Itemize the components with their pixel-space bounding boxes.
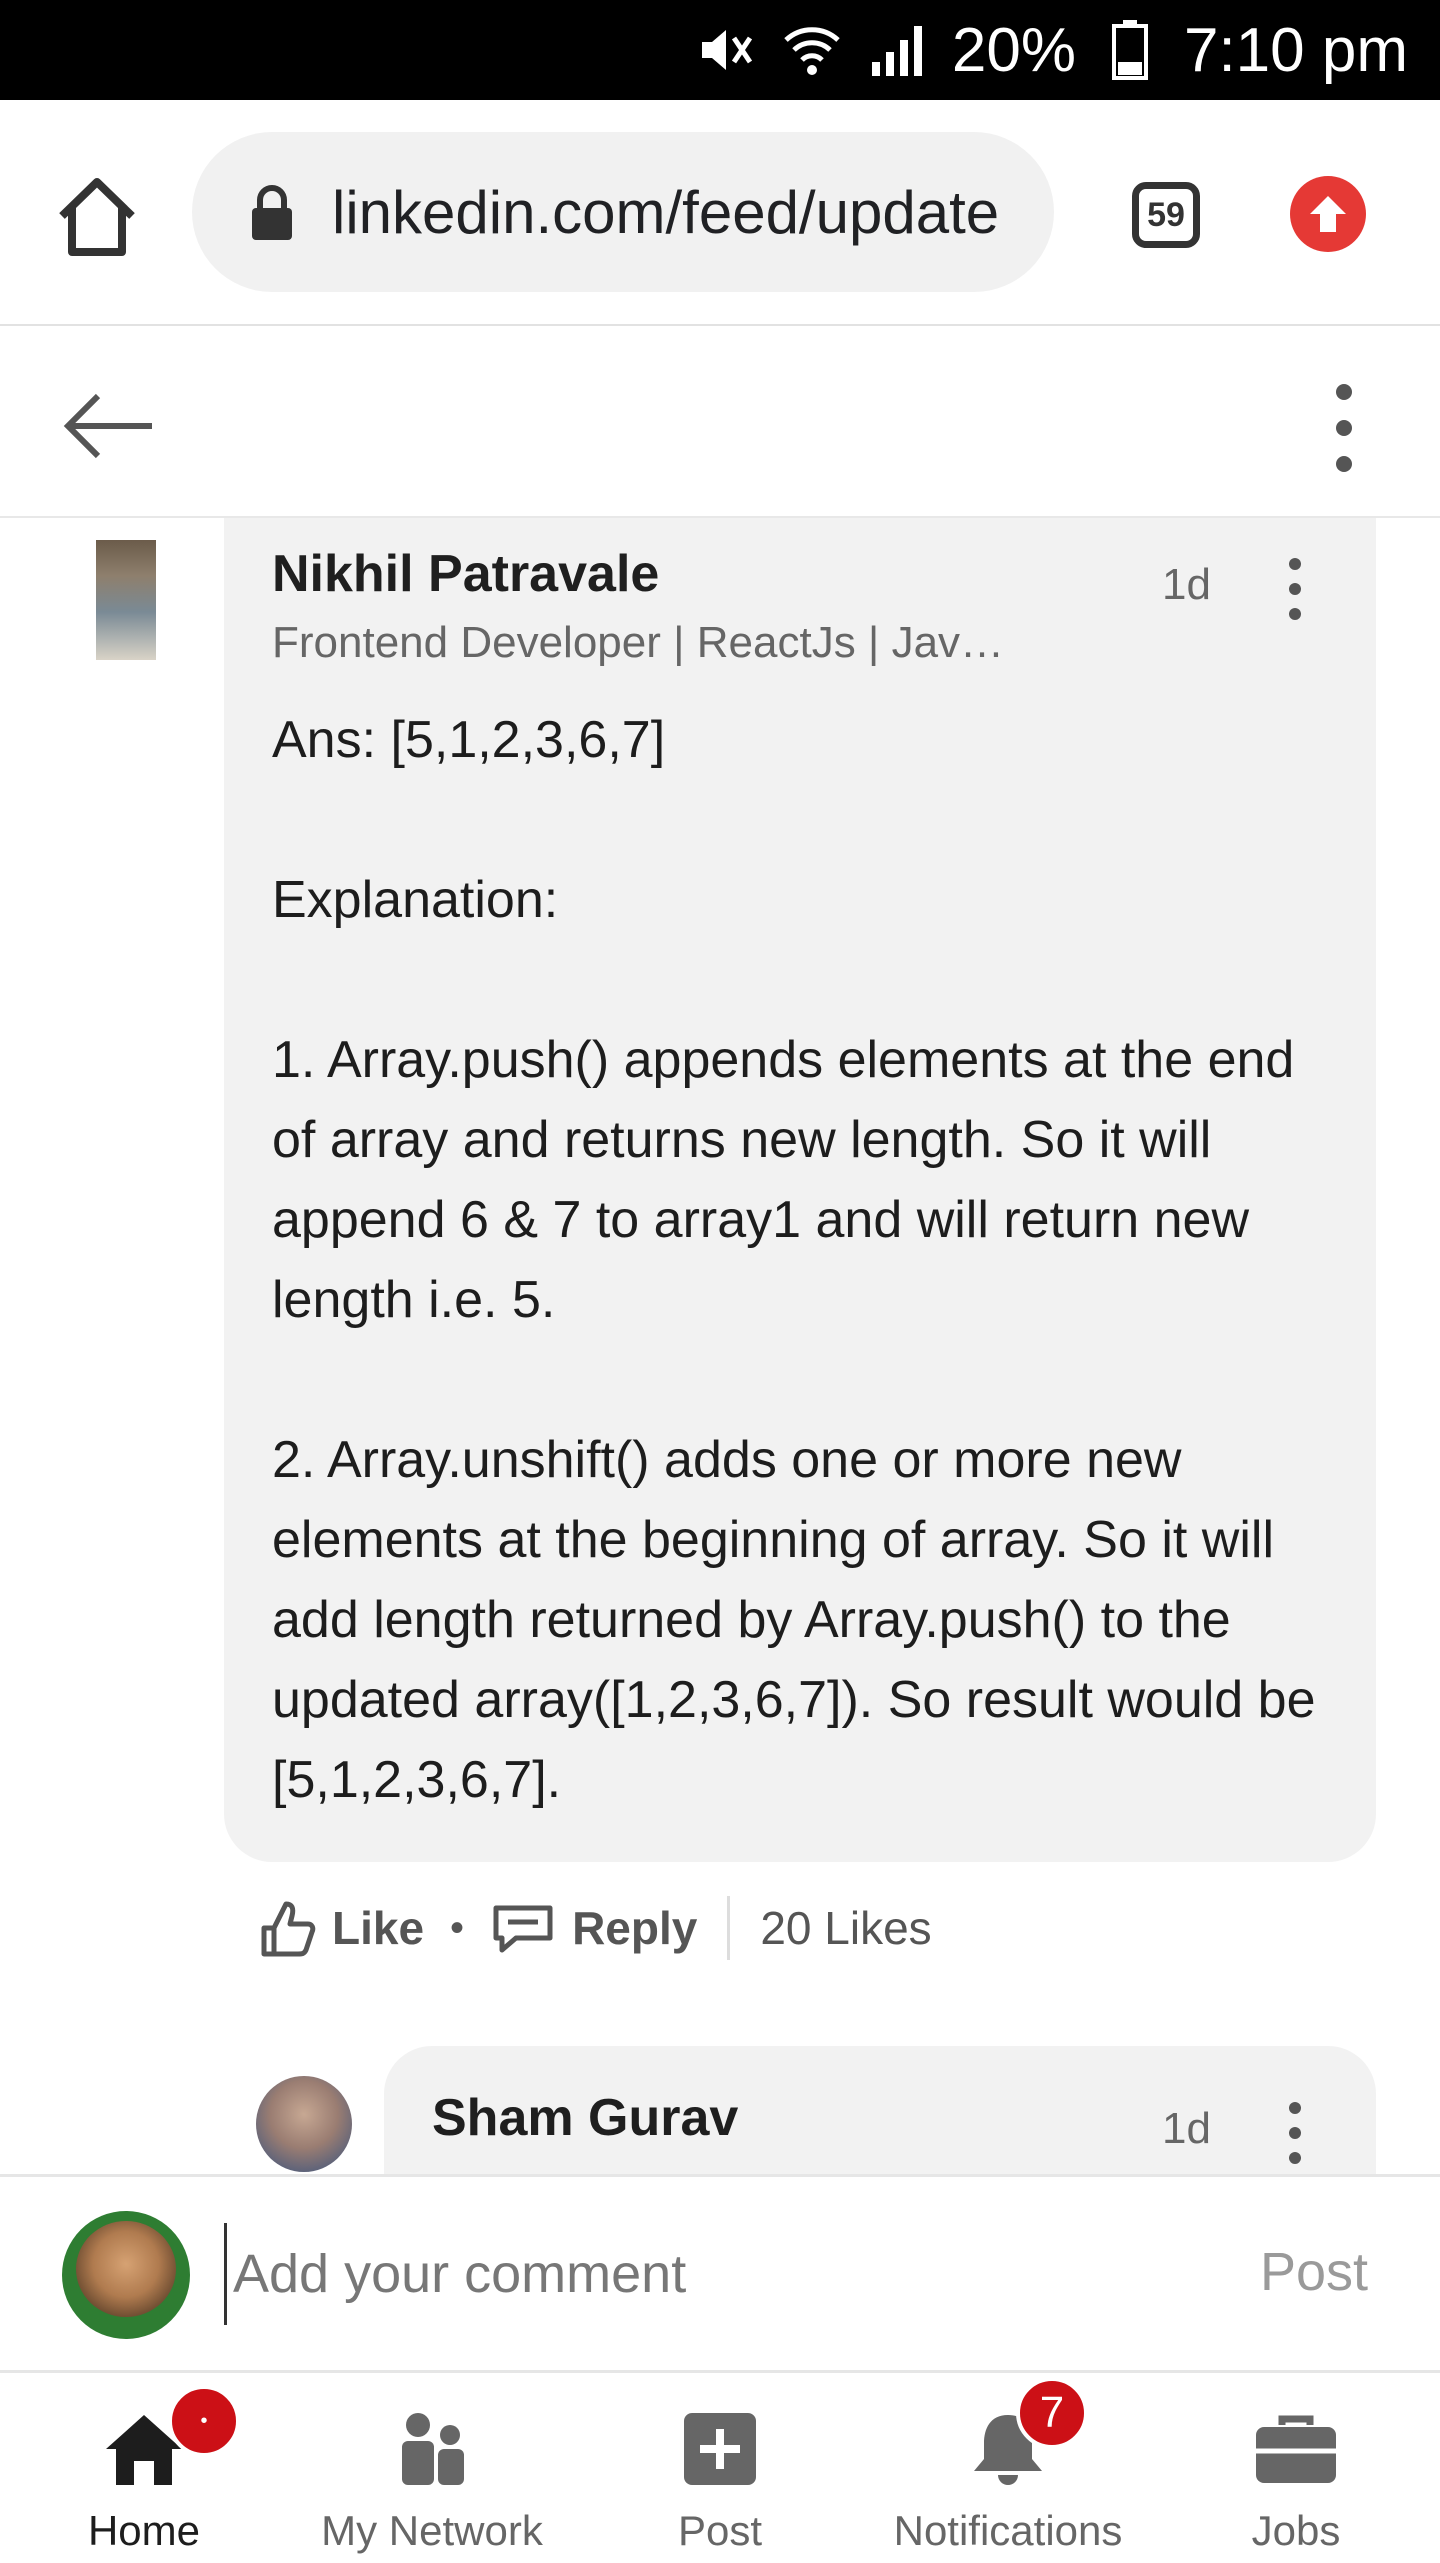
nav-notifications[interactable]: 7 Notifications <box>864 2373 1152 2563</box>
bottom-nav: • Home My Network Post 7 Notifications J… <box>0 2370 1440 2563</box>
comment-composer: Post <box>0 2174 1440 2373</box>
nav-jobs[interactable]: Jobs <box>1152 2373 1440 2563</box>
network-icon <box>387 2409 477 2489</box>
comment-input[interactable] <box>224 2223 1215 2325</box>
post-icon <box>675 2409 765 2489</box>
reply-label: Reply <box>572 1902 698 1954</box>
post-comment-button[interactable]: Post <box>1260 2241 1368 2303</box>
comment-author[interactable]: Sham Gurav <box>432 2088 738 2148</box>
reply-button[interactable]: Reply <box>490 1900 697 1956</box>
nav-home[interactable]: • Home <box>0 2373 288 2563</box>
comment-body: Ans: [5,1,2,3,6,7] Explanation: 1. Array… <box>272 700 1332 1820</box>
nav-label: My Network <box>321 2507 543 2554</box>
comment-author[interactable]: Nikhil Patravale <box>272 544 659 604</box>
comment-time: 1d <box>1162 560 1211 609</box>
separator-dot: • <box>450 1905 465 1950</box>
kebab-menu-icon <box>1289 2102 1301 2164</box>
divider <box>727 1896 731 1960</box>
comment-author-headline: Frontend Developer | ReactJs | Jav… <box>272 618 1005 667</box>
comment-options-button[interactable] <box>1280 554 1310 624</box>
browser-home-button[interactable] <box>52 172 142 262</box>
back-button[interactable] <box>60 386 160 466</box>
nav-label: Post <box>677 2507 763 2554</box>
wifi-icon <box>780 18 844 82</box>
notifications-badge: 7 <box>1016 2377 1088 2449</box>
comment-time: 1d <box>1162 2104 1211 2153</box>
comment-actions: Like • Reply 20 Likes <box>258 1878 932 1978</box>
lock-icon <box>252 185 292 240</box>
comment-explanation-heading: Explanation: <box>272 871 559 929</box>
kebab-menu-icon <box>1289 558 1301 620</box>
tab-switcher-button[interactable]: 59 <box>1132 182 1200 248</box>
address-bar[interactable]: linkedin.com/feed/update <box>192 132 1054 292</box>
more-options-button[interactable] <box>1324 378 1364 478</box>
nav-my-network[interactable]: My Network <box>288 2373 576 2563</box>
url-text: linkedin.com/feed/update <box>332 178 1000 246</box>
mute-icon <box>694 18 758 82</box>
comment-paragraph: 2. Array.unshift() adds one or more new … <box>272 1431 1316 1809</box>
briefcase-icon <box>1251 2409 1341 2489</box>
comments-list: Nikhil Patravale Frontend Developer | Re… <box>0 518 1440 2174</box>
likes-count[interactable]: 20 Likes <box>760 1901 931 1955</box>
page-header <box>0 326 1440 519</box>
battery-percent: 20% <box>951 15 1076 85</box>
like-label: Like <box>332 1902 425 1954</box>
comment-answer: Ans: [5,1,2,3,6,7] <box>272 711 666 769</box>
comment-options-button[interactable] <box>1280 2098 1310 2168</box>
clock: 7:10 pm <box>1183 15 1408 85</box>
nav-label: Notifications <box>893 2507 1123 2554</box>
avatar <box>62 2211 190 2339</box>
thumbs-up-icon <box>261 1901 316 1957</box>
home-outline-icon <box>59 178 135 256</box>
avatar[interactable] <box>256 2076 352 2172</box>
reply-bubble-icon <box>493 1905 553 1953</box>
signal-icon <box>866 18 930 82</box>
like-button[interactable]: Like <box>258 1898 424 1958</box>
arrow-up-icon <box>1310 196 1346 232</box>
browser-update-button[interactable] <box>1290 176 1366 252</box>
back-arrow-icon <box>63 393 152 459</box>
comment-paragraph: 1. Array.push() appends elements at the … <box>272 1031 1295 1329</box>
kebab-menu-icon <box>1336 384 1352 472</box>
nav-label: Home <box>87 2507 201 2554</box>
nav-label: Jobs <box>1251 2507 1341 2554</box>
battery-icon <box>1098 18 1162 82</box>
browser-toolbar: linkedin.com/feed/update 59 <box>0 100 1440 326</box>
avatar[interactable] <box>96 540 156 660</box>
home-badge: • <box>168 2385 240 2457</box>
nav-post[interactable]: Post <box>576 2373 864 2563</box>
status-bar: 20% 7:10 pm <box>0 0 1440 100</box>
